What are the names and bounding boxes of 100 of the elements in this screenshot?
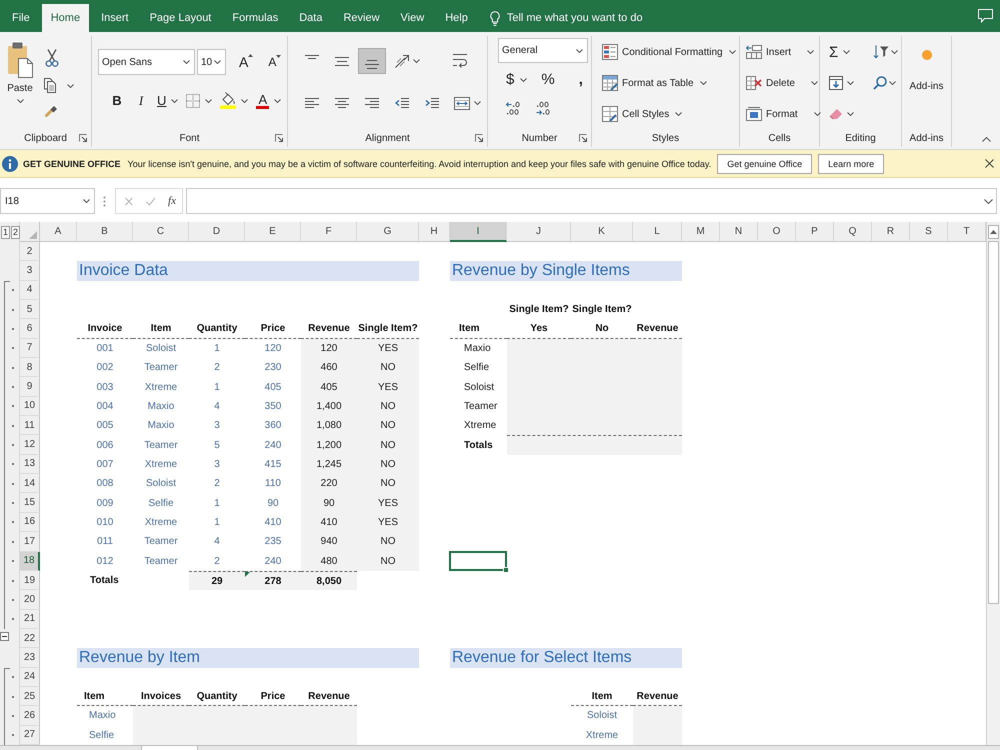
row-header[interactable]: 26	[20, 706, 40, 726]
row-header[interactable]: 17	[20, 532, 40, 552]
row-header[interactable]: 8	[20, 358, 40, 378]
row-header[interactable]: 25	[20, 686, 40, 706]
fill-handle[interactable]	[503, 566, 509, 573]
shrink-font-button[interactable]: A	[268, 55, 282, 69]
cell-styles-button[interactable]: Cell Styles	[602, 105, 682, 123]
scroll-up-button[interactable]	[988, 225, 999, 239]
column-header[interactable]: S	[910, 222, 948, 242]
row-header[interactable]: 16	[20, 512, 40, 532]
column-header[interactable]: J	[507, 222, 571, 242]
column-header[interactable]: I	[450, 222, 507, 242]
row-header[interactable]: 12	[20, 435, 40, 455]
row-header[interactable]: 10	[20, 396, 40, 416]
percent-button[interactable]: %	[541, 71, 555, 88]
ribbon-tab[interactable]: Help	[436, 4, 477, 32]
row-header[interactable]: 19	[20, 570, 40, 590]
row-header[interactable]: 24	[20, 668, 40, 687]
collapse-ribbon-icon[interactable]	[982, 137, 991, 142]
column-header[interactable]: H	[419, 222, 450, 242]
ribbon-tab[interactable]: Insert	[92, 4, 138, 32]
add-ins-button[interactable]: Add-ins	[910, 50, 944, 92]
row-header[interactable]: 6	[20, 319, 40, 339]
row-header[interactable]: 21	[20, 610, 40, 629]
copy-button[interactable]	[44, 78, 74, 93]
column-header[interactable]: G	[357, 222, 419, 242]
scrollbar-thumb[interactable]	[988, 241, 999, 604]
column-header[interactable]: R	[872, 222, 910, 242]
row-header[interactable]: 2	[20, 242, 40, 262]
align-bottom-button[interactable]	[358, 48, 386, 74]
dialog-launcher-icon[interactable]	[79, 134, 87, 142]
column-header[interactable]: K	[571, 222, 633, 242]
font-size-dropdown[interactable]: 10	[197, 49, 226, 75]
formula-input[interactable]	[186, 188, 997, 214]
delete-button[interactable]: Delete	[746, 74, 818, 92]
format-as-table-button[interactable]: Format as Table	[602, 74, 707, 92]
outline-level-button[interactable]: 2	[11, 226, 20, 238]
insert-button[interactable]: Insert	[746, 43, 814, 61]
close-icon[interactable]	[985, 159, 994, 168]
row-header[interactable]: 27	[20, 726, 40, 745]
column-header[interactable]: A	[40, 222, 77, 242]
row-header[interactable]: 4	[20, 280, 40, 300]
column-header[interactable]: N	[720, 222, 758, 242]
fill-color-button[interactable]	[220, 92, 248, 109]
column-header[interactable]: T	[948, 222, 986, 242]
ribbon-tab[interactable]: View	[392, 4, 434, 32]
comma-style-button[interactable]: ,	[578, 71, 583, 88]
active-cell[interactable]	[449, 550, 507, 571]
dialog-launcher-icon[interactable]	[579, 134, 587, 142]
column-header[interactable]: L	[633, 222, 682, 242]
number-format-dropdown[interactable]: General	[498, 38, 588, 63]
comment-icon[interactable]	[978, 9, 993, 23]
row-header[interactable]: 22	[20, 628, 40, 648]
ribbon-tab[interactable]: Page Layout	[140, 4, 220, 32]
increase-decimal-icon[interactable]	[506, 101, 520, 115]
ribbon-tab[interactable]: Review	[334, 4, 389, 32]
row-header[interactable]: 15	[20, 493, 40, 513]
dialog-launcher-icon[interactable]	[475, 134, 483, 142]
name-box[interactable]: I18	[0, 188, 95, 214]
column-header[interactable]: O	[758, 222, 796, 242]
tell-me-field[interactable]: Tell me what you want to do	[506, 12, 667, 24]
column-header[interactable]: E	[245, 222, 301, 242]
paintbrush-icon[interactable]	[45, 104, 58, 117]
row-header[interactable]: 11	[20, 416, 40, 436]
italic-button[interactable]: I	[133, 92, 149, 108]
check-icon[interactable]	[146, 196, 156, 206]
message-button[interactable]: Learn more	[818, 154, 884, 174]
scissors-icon[interactable]	[45, 49, 59, 67]
autosum-button[interactable]: Σ	[829, 44, 873, 60]
grow-font-button[interactable]: A	[239, 54, 254, 70]
conditional-formatting-button[interactable]: Conditional Formatting	[602, 43, 736, 61]
column-header[interactable]: D	[189, 222, 245, 242]
row-header[interactable]: 13	[20, 454, 40, 474]
column-header[interactable]: Q	[834, 222, 872, 242]
row-header[interactable]: 5	[20, 300, 40, 320]
currency-button[interactable]: $	[506, 71, 528, 88]
insert-function-button[interactable]: fx	[168, 195, 176, 207]
underline-button[interactable]: U	[157, 93, 178, 108]
font-color-button[interactable]: A	[256, 92, 282, 108]
row-header[interactable]: 9	[20, 377, 40, 397]
paste-button[interactable]: Paste	[7, 42, 33, 103]
ribbon-tab[interactable]: Formulas	[223, 4, 288, 32]
ribbon-tab[interactable]: File	[3, 4, 39, 32]
row-header[interactable]: 3	[20, 261, 40, 281]
borders-button[interactable]	[186, 94, 212, 108]
message-button[interactable]: Get genuine Office	[717, 154, 812, 174]
row-header[interactable]: 14	[20, 474, 40, 494]
outline-level-button[interactable]: 1	[1, 226, 10, 238]
column-header[interactable]: C	[133, 222, 189, 242]
expand-icon[interactable]	[984, 198, 993, 204]
ribbon-tab[interactable]: Data	[290, 4, 332, 32]
row-header[interactable]: 18	[20, 552, 40, 571]
format-button[interactable]: Format	[746, 105, 821, 123]
column-header[interactable]: M	[682, 222, 720, 242]
row-header[interactable]: 23	[20, 648, 40, 668]
column-header[interactable]: B	[77, 222, 133, 242]
font-name-dropdown[interactable]: Open Sans	[98, 49, 195, 75]
column-header[interactable]: P	[796, 222, 834, 242]
dialog-launcher-icon[interactable]	[275, 134, 283, 142]
column-header[interactable]: F	[301, 222, 357, 242]
